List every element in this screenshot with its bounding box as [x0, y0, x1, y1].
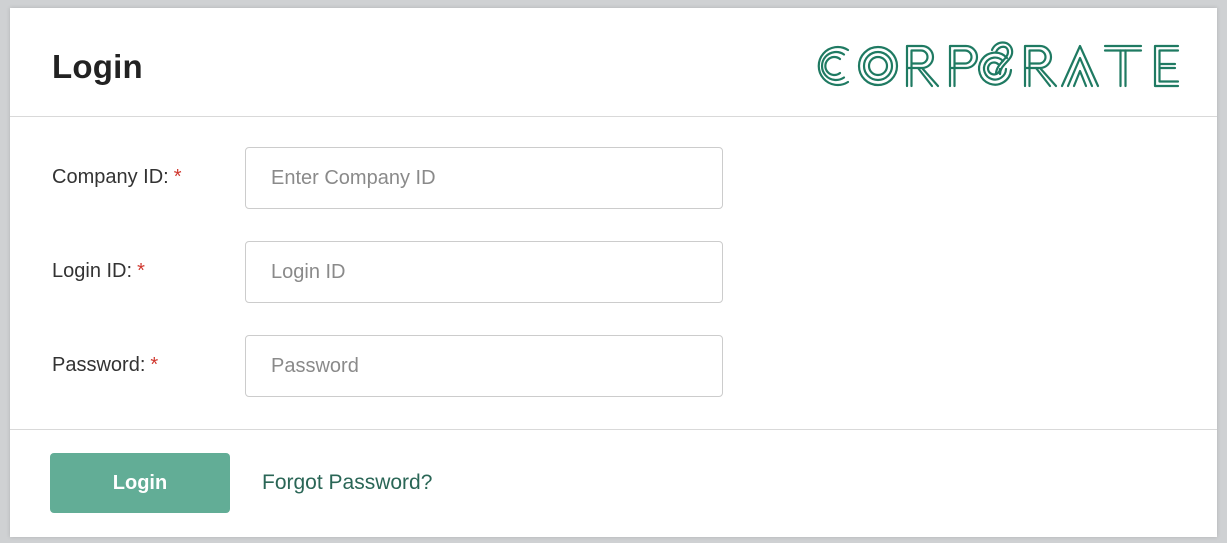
- card-footer: Login Forgot Password?: [10, 429, 1217, 538]
- corporate-logo: [817, 41, 1180, 88]
- login-id-label: Login ID: *: [52, 260, 145, 282]
- required-asterisk: *: [173, 166, 182, 188]
- login-id-input[interactable]: [245, 241, 723, 303]
- company-id-label: Company ID: *: [52, 166, 182, 188]
- login-button[interactable]: Login: [50, 453, 230, 513]
- company-id-row: Company ID: *: [10, 147, 1217, 209]
- login-id-row: Login ID: *: [10, 241, 1217, 303]
- page-title: Login: [52, 48, 143, 85]
- password-label: Password: *: [52, 354, 159, 376]
- password-input[interactable]: [245, 335, 723, 397]
- login-card: Login Company ID: * Enter Company ID Log…: [10, 8, 1217, 537]
- required-asterisk: *: [137, 260, 145, 282]
- company-id-input[interactable]: [245, 147, 723, 209]
- password-row: Password: *: [10, 335, 1217, 397]
- forgot-password-link[interactable]: Forgot Password?: [262, 471, 432, 495]
- card-header: Login: [10, 8, 1217, 117]
- required-asterisk: *: [150, 354, 159, 376]
